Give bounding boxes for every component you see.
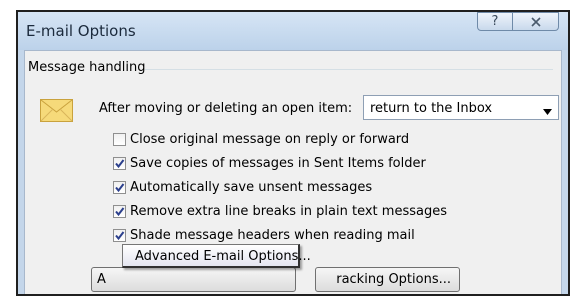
checkbox-box[interactable]	[113, 132, 126, 146]
group-title-message-handling: Message handling	[28, 60, 146, 75]
advanced-email-options-button[interactable]: A	[91, 267, 296, 292]
checkbox-box[interactable]	[113, 156, 126, 170]
checkbox-save-copies[interactable]: Save copies of messages in Sent Items fo…	[113, 154, 426, 172]
checkbox-label: Close original message on reply or forwa…	[130, 131, 410, 147]
tooltip: Advanced E-mail Options...	[122, 244, 311, 268]
chevron-down-icon	[543, 104, 552, 115]
group-divider	[145, 69, 553, 70]
after-move-dropdown[interactable]: return to the Inbox	[363, 95, 559, 120]
envelope-icon	[40, 99, 73, 122]
checkbox-remove-line-breaks[interactable]: Remove extra line breaks in plain text m…	[113, 202, 447, 220]
checkbox-label: Shade message headers when reading mail	[130, 227, 415, 243]
help-button[interactable]: ?	[477, 12, 513, 31]
checkbox-label: Automatically save unsent messages	[130, 179, 373, 195]
checkbox-shade-headers[interactable]: Shade message headers when reading mail	[113, 226, 415, 244]
dialog-title: E-mail Options	[26, 22, 136, 40]
after-move-label: After moving or deleting an open item:	[99, 101, 353, 116]
checkbox-close-original[interactable]: Close original message on reply or forwa…	[113, 130, 409, 148]
checkbox-box[interactable]	[113, 228, 126, 242]
after-move-selected-value: return to the Inbox	[370, 101, 493, 116]
help-icon: ?	[491, 14, 499, 29]
checkbox-box[interactable]	[113, 204, 126, 218]
checkbox-auto-save[interactable]: Automatically save unsent messages	[113, 178, 372, 196]
title-bar: E-mail Options ?	[18, 12, 568, 50]
tracking-button-label: racking Options...	[336, 272, 451, 287]
checkbox-label: Remove extra line breaks in plain text m…	[130, 203, 447, 219]
title-bar-buttons: ?	[477, 12, 559, 32]
checkbox-box[interactable]	[113, 180, 126, 194]
close-button[interactable]	[513, 12, 559, 31]
tracking-options-button[interactable]: racking Options...	[315, 267, 460, 292]
checkbox-label: Save copies of messages in Sent Items fo…	[130, 155, 426, 171]
advanced-button-label: A	[97, 272, 106, 287]
close-icon	[530, 16, 541, 27]
tooltip-text: Advanced E-mail Options...	[135, 249, 311, 264]
